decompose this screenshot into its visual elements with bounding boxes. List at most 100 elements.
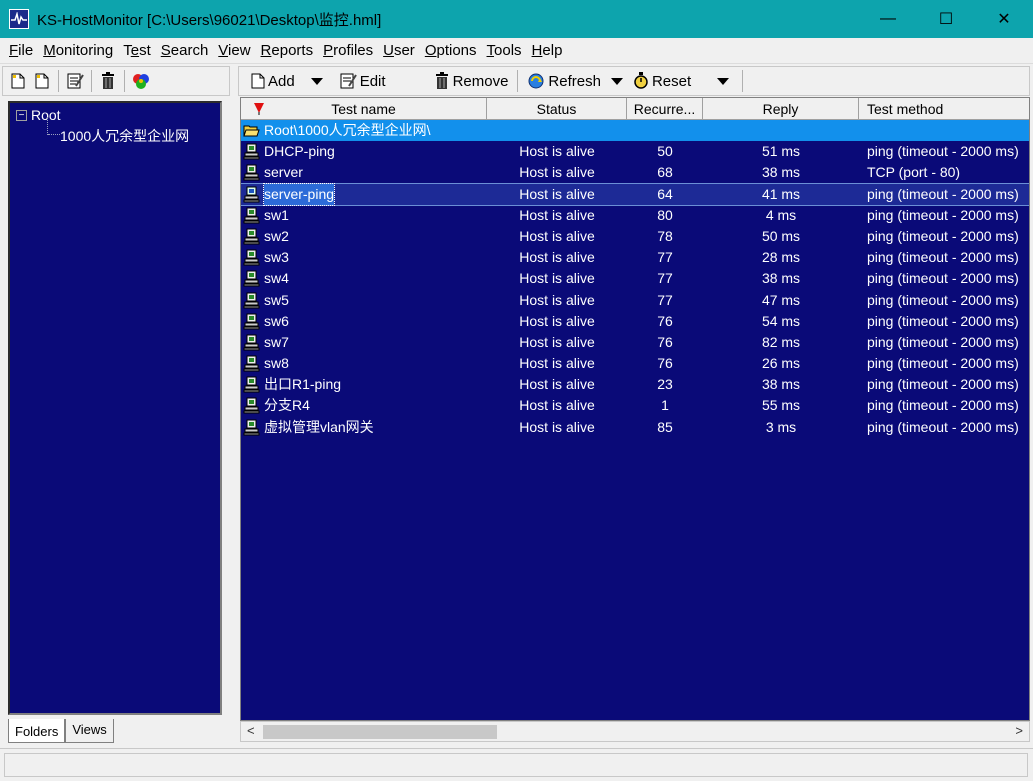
table-row[interactable]: server-ping Host is alive 64 41 ms ping … [241,182,1029,206]
panel-splitter[interactable] [232,66,238,746]
table-row[interactable]: server Host is alive 68 38 ms TCP (port … [241,162,1029,183]
tab-views[interactable]: Views [65,719,114,743]
trash-icon[interactable] [97,70,119,92]
reset-dropdown-icon[interactable] [717,77,730,85]
test-recurrence: 85 [657,418,673,435]
tree-node-folder[interactable]: 1000人冗余型企业网 [60,126,189,146]
menu-item[interactable]: Profiles [318,42,378,59]
test-recurrence: 68 [657,164,673,181]
test-recurrence: 76 [657,355,673,372]
menu-item[interactable]: User [378,42,420,59]
tree-connector [48,134,60,135]
test-method: ping (timeout - 2000 ms) [867,397,1019,414]
test-name: sw1 [264,206,289,223]
column-header-label: Recurre... [633,100,696,117]
test-list[interactable]: Test name Status Recurre... Reply Test m… [240,97,1030,721]
table-row[interactable]: DHCP-ping Host is alive 50 51 ms ping (t… [241,141,1029,162]
table-row[interactable]: sw6 Host is alive 76 54 ms ping (timeout… [241,311,1029,332]
column-header-recurrence[interactable]: Recurre... [627,98,703,120]
folder-tree[interactable]: − Root 1000人冗余型企业网 [8,101,222,715]
table-row[interactable]: sw2 Host is alive 78 50 ms ping (timeout… [241,226,1029,247]
test-reply: 50 ms [761,227,801,244]
table-row[interactable]: sw8 Host is alive 76 26 ms ping (timeout… [241,353,1029,374]
column-header-label: Reply [762,100,799,117]
collapse-icon[interactable]: − [16,109,27,121]
status-bar [0,748,1033,781]
remove-button[interactable]: Remove [428,68,515,94]
horizontal-scrollbar[interactable]: < > [240,721,1030,742]
test-method: ping (timeout - 2000 ms) [867,291,1019,308]
list-header: Test name Status Recurre... Reply Test m… [241,98,1029,120]
host-monitor-icon [243,143,260,160]
new-folder-icon[interactable] [7,70,29,92]
test-recurrence: 64 [657,185,673,202]
open-folder-icon [243,125,260,137]
test-status: Host is alive [519,249,595,266]
minimize-button[interactable]: — [859,0,917,38]
menu-item[interactable]: Tools [482,42,527,59]
scroll-thumb[interactable] [263,725,497,739]
table-row[interactable]: sw3 Host is alive 77 28 ms ping (timeout… [241,247,1029,268]
table-row[interactable]: sw5 Host is alive 77 47 ms ping (timeout… [241,290,1029,311]
test-name: server [264,164,303,181]
edit-button[interactable]: Edit [333,68,392,94]
column-header-reply[interactable]: Reply [703,98,859,120]
refresh-label: Refresh [548,72,601,90]
column-header-method[interactable]: Test method [859,98,1029,120]
colors-icon[interactable] [130,70,152,92]
tree-node-root[interactable]: − Root [16,107,61,123]
folder-path: Root\1000人冗余型企业网\ [264,122,431,138]
test-status: Host is alive [519,333,595,350]
test-method: ping (timeout - 2000 ms) [867,333,1019,350]
sort-down-icon [254,103,264,115]
test-reply: 47 ms [761,291,801,308]
add-dropdown-icon[interactable] [310,77,323,85]
reset-button[interactable]: Reset [627,68,697,94]
menu-item[interactable]: Test [118,42,156,59]
refresh-dropdown-icon[interactable] [610,77,623,85]
test-method: ping (timeout - 2000 ms) [867,418,1019,435]
close-button[interactable]: ✕ [975,0,1033,38]
test-status: Host is alive [519,143,595,160]
close-icon: ✕ [997,11,1011,28]
toolbar-separator [58,70,59,92]
table-row[interactable]: 出口R1-ping Host is alive 23 38 ms ping (t… [241,374,1029,395]
menu-item[interactable]: View [213,42,255,59]
host-monitor-icon [243,397,260,414]
tab-folders[interactable]: Folders [8,719,66,743]
folder-row[interactable]: Root\1000人冗余型企业网\ [241,120,1029,142]
test-method: ping (timeout - 2000 ms) [867,206,1019,223]
table-row[interactable]: 分支R4 Host is alive 1 55 ms ping (timeout… [241,395,1029,416]
edit-folder-icon[interactable] [64,70,86,92]
maximize-icon: ☐ [938,11,954,28]
trash-icon [435,72,448,89]
maximize-button[interactable]: ☐ [917,0,975,38]
menu-item[interactable]: Search [156,42,214,59]
test-method: ping (timeout - 2000 ms) [867,185,1019,202]
table-row[interactable]: 虚拟管理vlan网关 Host is alive 85 3 ms ping (t… [241,417,1029,438]
menu-item[interactable]: Options [420,42,482,59]
status-bar-panel [4,753,1028,777]
scroll-left-icon[interactable]: < [247,723,255,738]
test-method: TCP (port - 80) [867,164,961,181]
column-header-status[interactable]: Status [487,98,627,120]
menu-item[interactable]: Help [527,42,568,59]
minimize-icon: — [880,10,896,27]
refresh-button[interactable]: Refresh [521,68,607,94]
column-header-name[interactable]: Test name [241,98,487,120]
new-item-icon[interactable] [31,70,53,92]
menu-item[interactable]: Monitoring [38,42,118,59]
table-row[interactable]: sw1 Host is alive 80 4 ms ping (timeout … [241,205,1029,226]
host-monitor-icon [243,270,260,287]
edit-icon [340,73,357,89]
menu-item[interactable]: Reports [256,42,319,59]
test-name: sw6 [264,312,289,329]
table-row[interactable]: sw4 Host is alive 77 38 ms ping (timeout… [241,268,1029,289]
test-status: Host is alive [519,376,595,393]
test-name: sw4 [264,270,289,287]
table-row[interactable]: sw7 Host is alive 76 82 ms ping (timeout… [241,332,1029,353]
scroll-right-icon[interactable]: > [1015,723,1023,738]
menu-item[interactable]: File [4,42,38,59]
test-recurrence: 77 [657,270,673,287]
add-button[interactable]: Add [245,68,301,94]
